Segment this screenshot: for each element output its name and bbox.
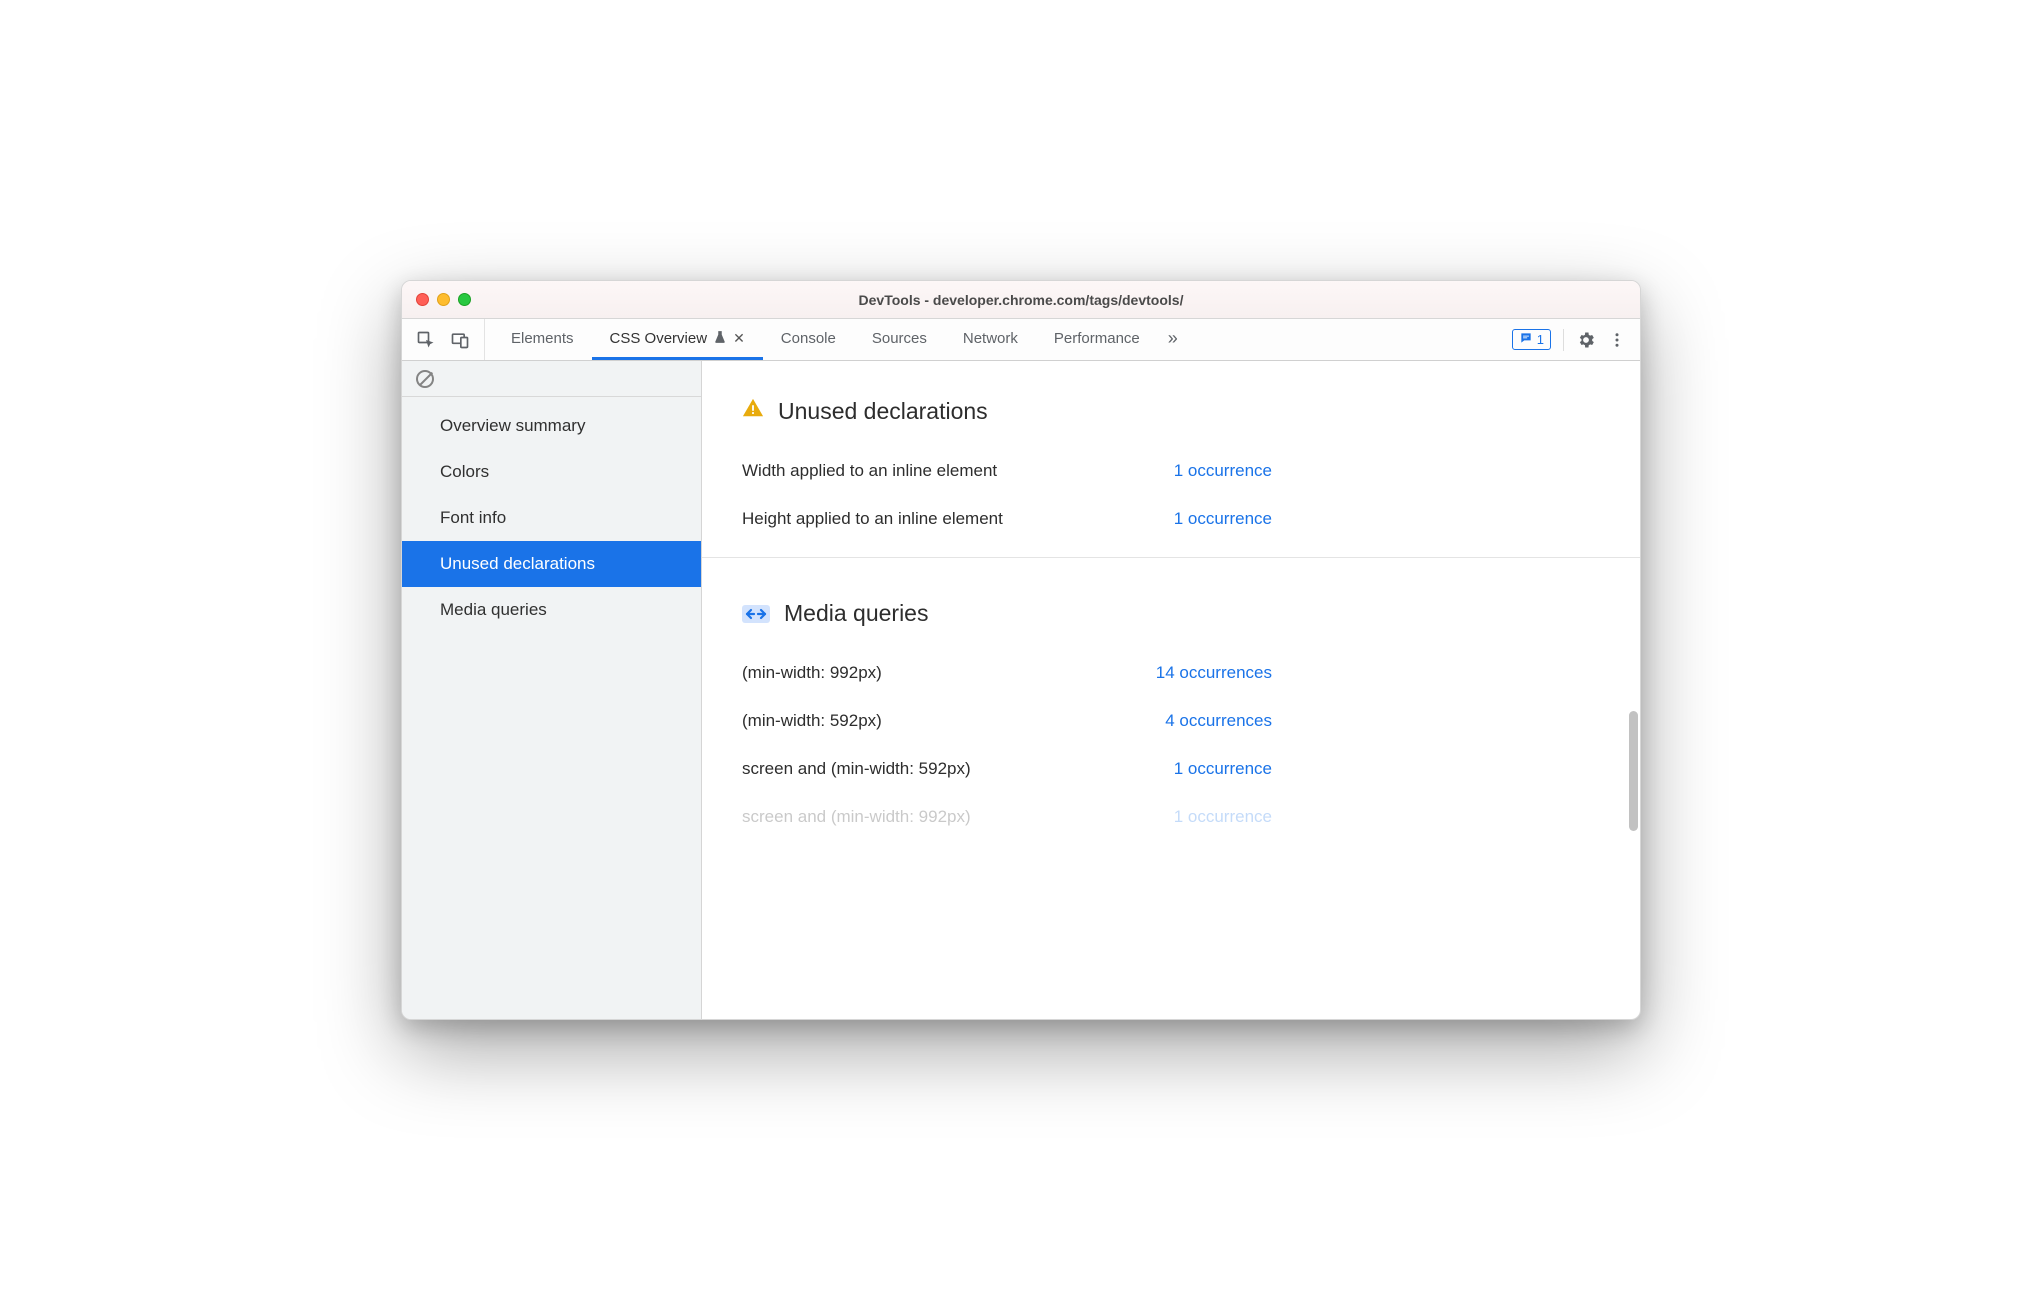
message-icon — [1519, 331, 1533, 348]
warning-triangle-icon — [742, 397, 764, 425]
mq-label: screen and (min-width: 592px) — [742, 759, 1122, 779]
mq-label: (min-width: 592px) — [742, 711, 1122, 731]
main-toolbar: Elements CSS Overview ✕ Console Sources … — [402, 319, 1640, 361]
occurrence-link[interactable]: 14 occurrences — [1122, 663, 1272, 683]
tab-network[interactable]: Network — [945, 319, 1036, 360]
sidebar-item-label: Unused declarations — [440, 554, 595, 573]
chevrons-right-icon: » — [1168, 328, 1174, 349]
unused-declaration-row: Height applied to an inline element 1 oc… — [742, 509, 1600, 529]
tab-label: Sources — [872, 330, 927, 347]
report-pane: Unused declarations Width applied to an … — [702, 361, 1640, 1019]
clear-overview-icon[interactable] — [416, 370, 434, 388]
tab-label: Network — [963, 330, 1018, 347]
tab-console[interactable]: Console — [763, 319, 854, 360]
occurrence-link[interactable]: 1 occurrence — [1122, 807, 1272, 827]
media-query-row: screen and (min-width: 992px) 1 occurren… — [742, 807, 1600, 827]
tab-label: Console — [781, 330, 836, 347]
experiment-flask-icon — [713, 330, 727, 347]
section-title: Unused declarations — [778, 398, 988, 425]
occurrence-link[interactable]: 1 occurrence — [1122, 759, 1272, 779]
panel-tabs: Elements CSS Overview ✕ Console Sources … — [485, 319, 1498, 360]
issues-badge[interactable]: 1 — [1512, 329, 1551, 350]
unused-declaration-row: Width applied to an inline element 1 occ… — [742, 461, 1600, 481]
mq-label: (min-width: 992px) — [742, 663, 1122, 683]
sidebar: Overview summary Colors Font info Unused… — [402, 361, 702, 1019]
sidebar-item-font-info[interactable]: Font info — [402, 495, 701, 541]
sidebar-item-label: Overview summary — [440, 416, 585, 435]
scrollbar-thumb[interactable] — [1629, 711, 1638, 831]
tab-sources[interactable]: Sources — [854, 319, 945, 360]
separator — [1563, 329, 1564, 351]
sidebar-item-colors[interactable]: Colors — [402, 449, 701, 495]
media-query-row: (min-width: 992px) 14 occurrences — [742, 663, 1600, 683]
device-toolbar-icon[interactable] — [450, 330, 470, 350]
tab-elements[interactable]: Elements — [493, 319, 592, 360]
more-tabs-button[interactable]: » — [1158, 319, 1184, 360]
section-header-unused: Unused declarations — [742, 397, 1600, 425]
occurrence-link[interactable]: 4 occurrences — [1122, 711, 1272, 731]
section-divider — [702, 557, 1640, 558]
sidebar-item-overview-summary[interactable]: Overview summary — [402, 403, 701, 449]
issues-count: 1 — [1537, 332, 1544, 347]
sidebar-item-label: Colors — [440, 462, 489, 481]
sidebar-nav: Overview summary Colors Font info Unused… — [402, 397, 701, 633]
titlebar: DevTools - developer.chrome.com/tags/dev… — [402, 281, 1640, 319]
window-title: DevTools - developer.chrome.com/tags/dev… — [402, 292, 1640, 308]
inspect-element-icon[interactable] — [416, 330, 436, 350]
tab-label: CSS Overview — [610, 330, 708, 347]
sidebar-item-label: Font info — [440, 508, 506, 527]
sidebar-item-unused-declarations[interactable]: Unused declarations — [402, 541, 701, 587]
declaration-label: Height applied to an inline element — [742, 509, 1122, 529]
sidebar-item-label: Media queries — [440, 600, 547, 619]
tab-label: Elements — [511, 330, 574, 347]
scrollbar[interactable] — [1629, 661, 1638, 861]
more-menu-icon[interactable] — [1608, 331, 1626, 349]
occurrence-link[interactable]: 1 occurrence — [1122, 461, 1272, 481]
tab-css-overview[interactable]: CSS Overview ✕ — [592, 319, 763, 360]
tab-label: Performance — [1054, 330, 1140, 347]
sidebar-item-media-queries[interactable]: Media queries — [402, 587, 701, 633]
section-title: Media queries — [784, 600, 928, 627]
panel-content: Overview summary Colors Font info Unused… — [402, 361, 1640, 1019]
occurrence-link[interactable]: 1 occurrence — [1122, 509, 1272, 529]
media-query-row: screen and (min-width: 592px) 1 occurren… — [742, 759, 1600, 779]
tab-performance[interactable]: Performance — [1036, 319, 1158, 360]
sidebar-toolbar — [402, 361, 701, 397]
devtools-window: DevTools - developer.chrome.com/tags/dev… — [401, 280, 1641, 1020]
mq-label: screen and (min-width: 992px) — [742, 807, 1122, 827]
section-header-mq: Media queries — [742, 600, 1600, 627]
media-query-row: (min-width: 592px) 4 occurrences — [742, 711, 1600, 731]
declaration-label: Width applied to an inline element — [742, 461, 1122, 481]
settings-gear-icon[interactable] — [1576, 330, 1596, 350]
close-tab-icon[interactable]: ✕ — [733, 330, 745, 347]
media-query-arrows-icon — [742, 605, 770, 623]
